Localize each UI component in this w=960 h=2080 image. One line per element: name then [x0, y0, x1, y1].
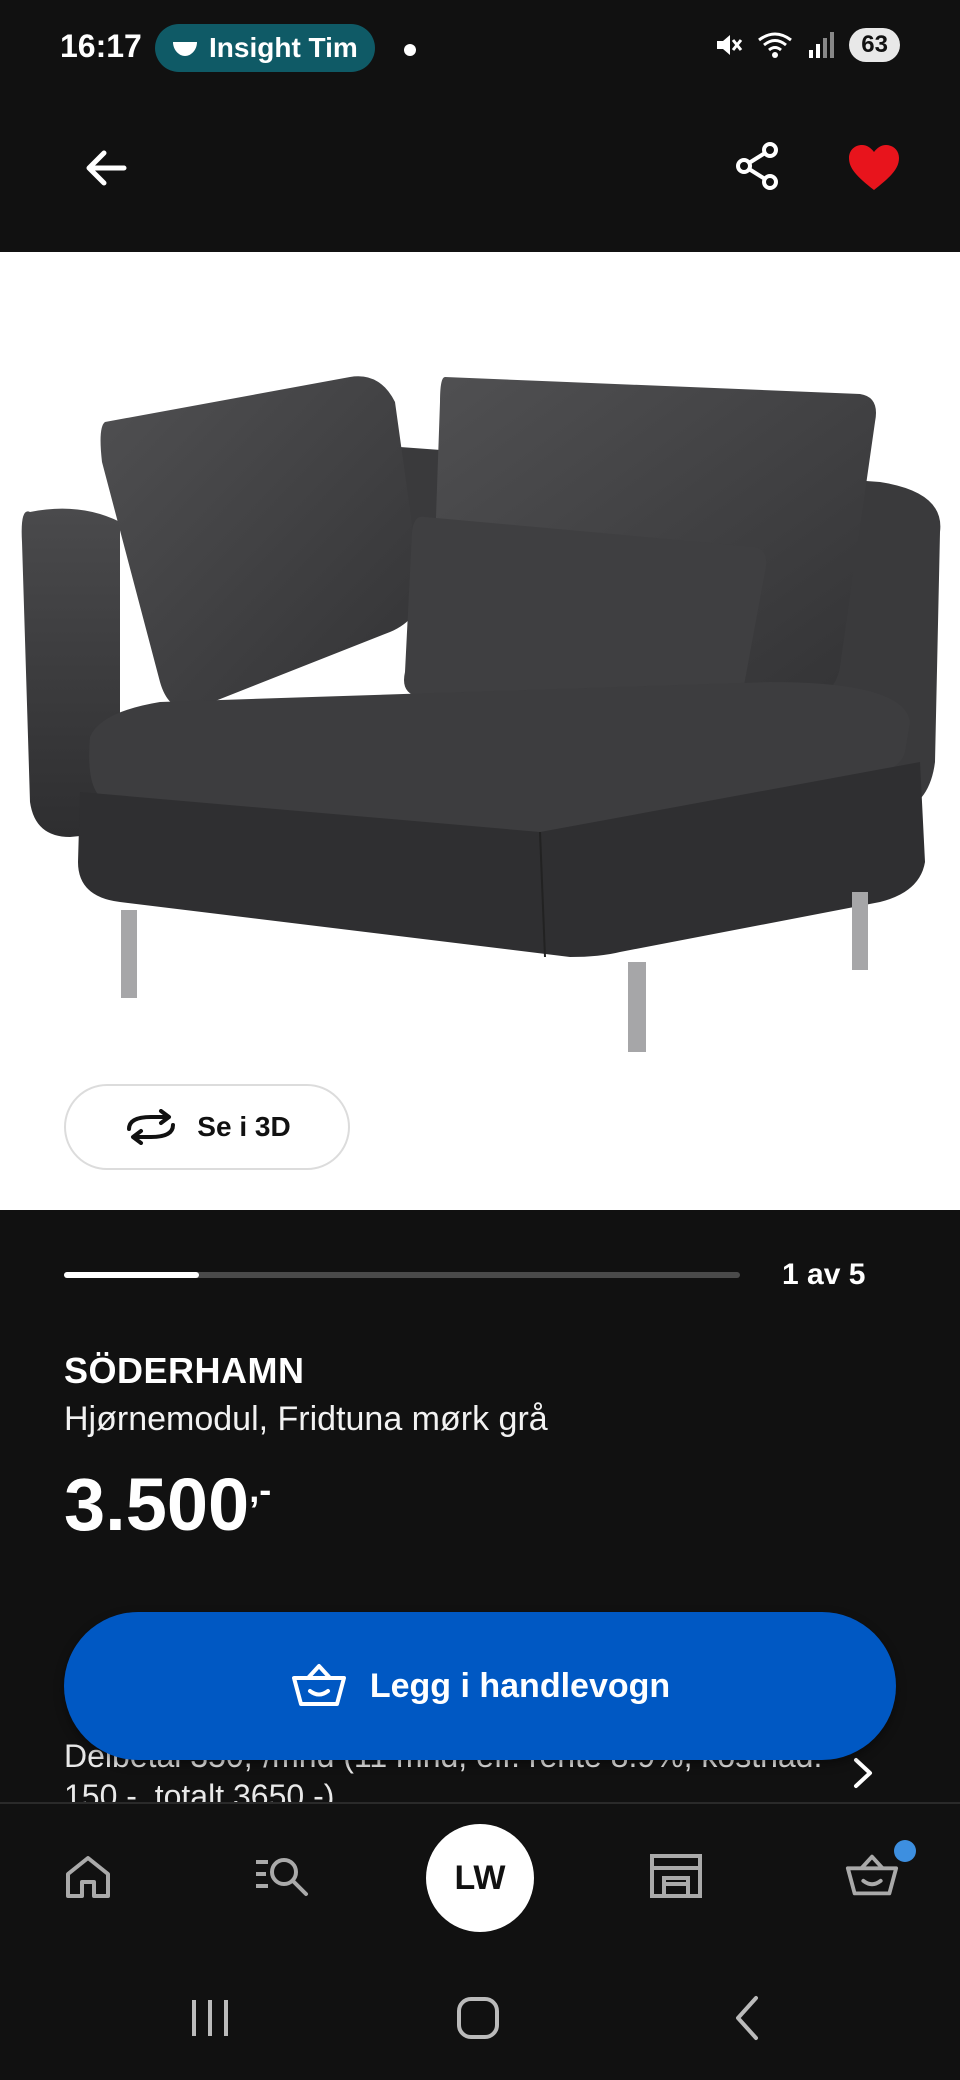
search-list-icon: [256, 1858, 308, 1896]
system-navigation: [0, 1954, 960, 2080]
gallery-progress-bar: [64, 1272, 740, 1278]
bowl-icon: [173, 42, 197, 56]
gallery-page-indicator: 1 av 5: [782, 1258, 866, 1291]
status-time: 16:17: [60, 28, 142, 64]
back-button[interactable]: [78, 140, 134, 196]
add-to-cart-button[interactable]: Legg i handlevogn: [64, 1612, 896, 1760]
price-value: 3.500: [64, 1463, 250, 1546]
wifi-icon: [758, 32, 793, 58]
notification-pill-label: Insight Tim: [209, 32, 358, 63]
share-button[interactable]: [730, 138, 786, 194]
product-price: 3.500,-: [64, 1468, 271, 1542]
bottom-navigation: LW: [0, 1804, 960, 1954]
product-description: Hjørnemodul, Fridtuna mørk grå: [64, 1400, 548, 1438]
add-to-cart-label: Legg i handlevogn: [369, 1666, 671, 1705]
app-bar: [0, 100, 960, 252]
share-icon: [736, 142, 778, 190]
nav-profile-avatar[interactable]: LW: [426, 1824, 534, 1932]
status-bar: 16:17 Insight Tim 63: [0, 0, 960, 100]
rotate-3d-icon: [127, 1109, 176, 1145]
system-home-icon: [457, 1997, 499, 2039]
arrow-left-icon: [86, 150, 127, 186]
product-name: SÖDERHAMN: [64, 1350, 305, 1391]
status-icons: 63: [713, 28, 900, 62]
view-3d-label: Se i 3D: [197, 1111, 291, 1142]
notification-dot: [404, 44, 416, 56]
nav-cart[interactable]: [842, 1846, 902, 1906]
recents-icon: [192, 2000, 228, 2036]
view-3d-button[interactable]: Se i 3D: [64, 1084, 350, 1170]
system-back-icon: [736, 1996, 758, 2040]
store-icon: [650, 1854, 702, 1898]
signal-icon: [809, 32, 835, 58]
nav-home[interactable]: [58, 1846, 118, 1906]
system-back-button[interactable]: [718, 1988, 778, 2048]
favorite-button[interactable]: [846, 140, 902, 196]
chevron-right-icon[interactable]: [846, 1756, 880, 1790]
gallery-progress-fill: [64, 1272, 200, 1278]
system-home-button[interactable]: [448, 1988, 508, 2048]
nav-store[interactable]: [646, 1846, 706, 1906]
notification-pill[interactable]: Insight Tim: [155, 24, 375, 72]
system-recents-button[interactable]: [180, 1988, 240, 2048]
product-image: [21, 376, 941, 1052]
product-image-gallery[interactable]: Se i 3D: [0, 252, 960, 1210]
heart-filled-icon: [849, 145, 899, 190]
basket-icon: [845, 1854, 899, 1896]
basket-icon: [291, 1664, 346, 1706]
home-icon: [66, 1856, 110, 1898]
mute-icon: [717, 35, 743, 55]
cart-badge: [894, 1840, 916, 1862]
battery-indicator: 63: [849, 28, 900, 62]
nav-search[interactable]: [252, 1846, 312, 1906]
price-suffix: ,-: [249, 1469, 272, 1510]
